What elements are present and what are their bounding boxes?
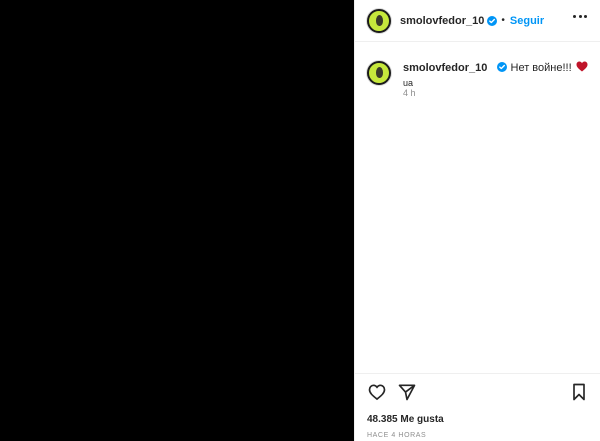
posted-timestamp[interactable]: HACE 4 HORAS [367,432,426,439]
likes-count[interactable]: 48.385 Me gusta [367,414,444,425]
comment-timestamp: 4 h [403,88,416,98]
more-options-icon[interactable] [573,15,587,21]
post-media-black-image[interactable] [0,0,354,441]
caption-comment: smolovfedor_10 Нет войне!!! ua [367,61,589,91]
post-actions [367,382,589,404]
more-dot [578,15,582,18]
verified-badge-icon [487,15,498,26]
bookmark-icon[interactable] [569,382,589,402]
profile-avatar[interactable] [367,8,391,33]
caption-text-wrapper: smolovfedor_10 Нет войне!!! ua [403,61,589,91]
more-dot [584,15,587,18]
caption-avatar[interactable] [367,61,391,85]
caption-verified-badge-icon [497,62,508,72]
actions-divider [355,373,600,374]
separator-dot: • [501,15,505,26]
red-heart-emoji-icon [576,61,588,72]
send-icon[interactable] [397,382,417,402]
caption-username[interactable]: smolovfedor_10 [403,62,487,74]
follow-button[interactable]: Seguir [510,15,544,27]
heart-icon[interactable] [367,382,387,402]
caption-suffix: ua [403,78,414,88]
post-side-panel: smolovfedor_10 • Seguir smolovfedor_10 Н… [354,0,600,441]
instagram-post: smolovfedor_10 • Seguir smolovfedor_10 Н… [0,0,600,441]
post-header: smolovfedor_10 • Seguir [355,0,600,42]
header-username[interactable]: smolovfedor_10 [400,15,484,27]
more-dot [573,15,576,18]
caption-message: Нет войне!!! [510,62,572,74]
